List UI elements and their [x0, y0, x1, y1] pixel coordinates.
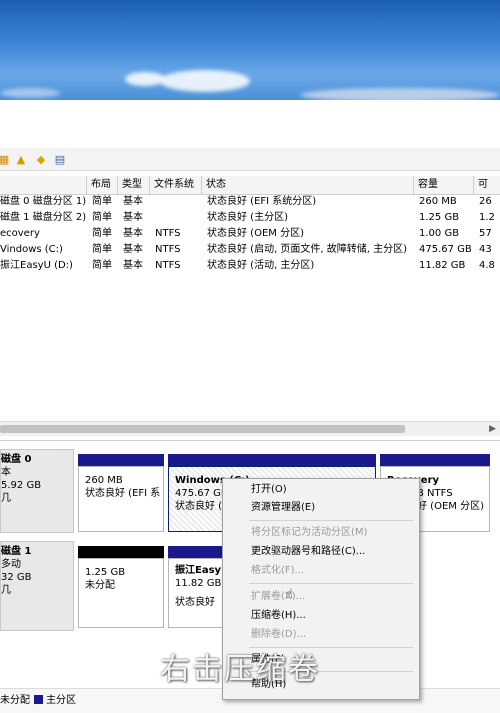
desktop-wallpaper: [0, 0, 500, 100]
volume-row[interactable]: 磁盘 0 磁盘分区 1) 简单 基本 状态良好 (EFI 系统分区) 260 M…: [0, 194, 500, 210]
mouse-cursor-icon: ☝: [285, 587, 293, 602]
column-header-free[interactable]: 可: [474, 176, 500, 194]
partition-type-bar: [78, 546, 164, 558]
help-icon[interactable]: ▲: [14, 152, 28, 166]
partition-type-bar: [168, 546, 224, 558]
legend-primary: 主分区: [46, 695, 76, 706]
disk-type: 本: [1, 467, 11, 478]
volume-fs: NTFS: [155, 260, 181, 271]
menu-separator: [249, 520, 413, 521]
column-header-status[interactable]: 状态: [202, 176, 414, 194]
volume-status: 状态良好 (EFI 系统分区): [207, 196, 317, 207]
volume-free: 57: [479, 228, 492, 239]
volume-list-header: 布局 类型 文件系统 状态 容量 可: [0, 176, 500, 195]
properties-icon[interactable]: ▦: [0, 152, 11, 166]
volume-capacity: 1.00 GB: [419, 228, 460, 239]
volume-status: 状态良好 (OEM 分区): [207, 228, 304, 239]
volume-free: 1.2: [479, 212, 495, 223]
partition-status: 状态良好: [175, 597, 215, 608]
volume-capacity: 1.25 GB: [419, 212, 460, 223]
menu-item-open[interactable]: 打开(O): [251, 481, 287, 499]
volume-capacity: 475.67 GB: [419, 244, 472, 255]
volume-row[interactable]: ecovery 简单 基本 NTFS 状态良好 (OEM 分区) 1.00 GB…: [0, 226, 500, 242]
menu-item-explorer[interactable]: 资源管理器(E): [251, 499, 315, 517]
volume-capacity: 11.82 GB: [419, 260, 466, 271]
volume-status: 状态良好 (主分区): [207, 212, 288, 223]
volume-name: 磁盘 1 磁盘分区 2): [0, 212, 86, 223]
disk-name: 磁盘 1: [1, 546, 32, 557]
volume-row[interactable]: 磁盘 1 磁盘分区 2) 简单 基本 状态良好 (主分区) 1.25 GB 1.…: [0, 210, 500, 226]
partition-type-bar: [78, 454, 164, 466]
disk-size: 32 GB: [1, 572, 32, 583]
view-icon[interactable]: ▤: [53, 152, 67, 166]
volume-list: 布局 类型 文件系统 状态 容量 可 磁盘 0 磁盘分区 1) 简单 基本 状态…: [0, 176, 500, 436]
column-header-filesystem[interactable]: 文件系统: [150, 176, 202, 194]
video-caption: 右击压缩卷: [160, 652, 320, 687]
horizontal-scrollbar[interactable]: ▶: [0, 421, 500, 436]
primary-partition-swatch: [34, 695, 43, 704]
disk-name: 磁盘 0: [1, 454, 32, 465]
volume-name: Vindows (C:): [0, 244, 63, 255]
column-header-capacity[interactable]: 容量: [414, 176, 474, 194]
partition-size: 1.25 GB: [85, 567, 126, 578]
volume-layout: 简单: [92, 228, 112, 239]
menu-separator: [249, 583, 413, 584]
volume-row[interactable]: 振江EasyU (D:) 简单 基本 NTFS 状态良好 (活动, 主分区) 1…: [0, 258, 500, 274]
partition-unallocated[interactable]: 1.25 GB 未分配: [78, 558, 164, 628]
disk-type: 多动: [1, 559, 21, 570]
volume-name: 磁盘 0 磁盘分区 1): [0, 196, 86, 207]
volume-name: 振江EasyU (D:): [0, 260, 73, 271]
menu-item-delete-volume[interactable]: 删除卷(D)...: [251, 626, 306, 644]
volume-type: 基本: [123, 228, 143, 239]
partition-type-bar: [380, 454, 490, 466]
volume-layout: 简单: [92, 196, 112, 207]
volume-type: 基本: [123, 260, 143, 271]
partition-status: 状态良好 (EFI 系: [85, 488, 161, 499]
volume-type: 基本: [123, 196, 143, 207]
column-header-volume[interactable]: [0, 176, 87, 194]
volume-type: 基本: [123, 212, 143, 223]
disk-status: 几: [1, 493, 11, 504]
menu-item-extend-volume[interactable]: 扩展卷(X)...: [251, 588, 305, 606]
legend-unallocated: 未分配: [0, 695, 30, 706]
partition-name: 振江EasyU: [175, 565, 223, 576]
volume-fs: NTFS: [155, 228, 181, 239]
column-header-layout[interactable]: 布局: [87, 176, 118, 194]
volume-type: 基本: [123, 244, 143, 255]
volume-status: 状态良好 (启动, 页面文件, 故障转储, 主分区): [207, 244, 408, 255]
menu-band: [0, 100, 500, 149]
disk-0-label[interactable]: 磁盘 0 本 5.92 GB 几: [0, 449, 74, 533]
volume-status: 状态良好 (活动, 主分区): [207, 260, 315, 271]
menu-item-mark-active[interactable]: 将分区标记为活动分区(M): [251, 524, 367, 542]
partition-efi[interactable]: 260 MB 状态良好 (EFI 系: [78, 466, 164, 532]
volume-name: ecovery: [0, 228, 40, 239]
partition-easyu-d[interactable]: 振江EasyU 11.82 GB 状态良好: [168, 558, 224, 628]
partition-size: 260 MB: [85, 475, 123, 486]
volume-layout: 简单: [92, 244, 112, 255]
column-header-type[interactable]: 类型: [118, 176, 150, 194]
volume-fs: NTFS: [155, 244, 181, 255]
volume-free: 43: [479, 244, 492, 255]
disk-1-label[interactable]: 磁盘 1 多动 32 GB 几: [0, 541, 74, 631]
partition-type-bar: [168, 454, 376, 466]
volume-free: 4.8: [479, 260, 495, 271]
disk-status: 几: [1, 585, 11, 596]
volume-free: 26: [479, 196, 492, 207]
volume-layout: 简单: [92, 260, 112, 271]
scroll-right-arrow-icon[interactable]: ▶: [489, 422, 496, 436]
menu-item-change-drive-letter[interactable]: 更改驱动器号和路径(C)...: [251, 543, 365, 561]
volume-capacity: 260 MB: [419, 196, 457, 207]
partition-size: 11.82 GB: [175, 578, 222, 589]
menu-item-shrink-volume[interactable]: 压缩卷(H)...: [251, 607, 306, 625]
rescan-icon[interactable]: ◆: [34, 152, 48, 166]
partition-status: 未分配: [85, 580, 115, 591]
volume-row[interactable]: Vindows (C:) 简单 基本 NTFS 状态良好 (启动, 页面文件, …: [0, 242, 500, 258]
menu-item-format[interactable]: 格式化(F)...: [251, 562, 304, 580]
scrollbar-thumb[interactable]: [0, 425, 405, 433]
volume-layout: 简单: [92, 212, 112, 223]
disk-size: 5.92 GB: [1, 480, 42, 491]
toolbar: ▦ ▲ ◆ ▤: [0, 148, 500, 171]
